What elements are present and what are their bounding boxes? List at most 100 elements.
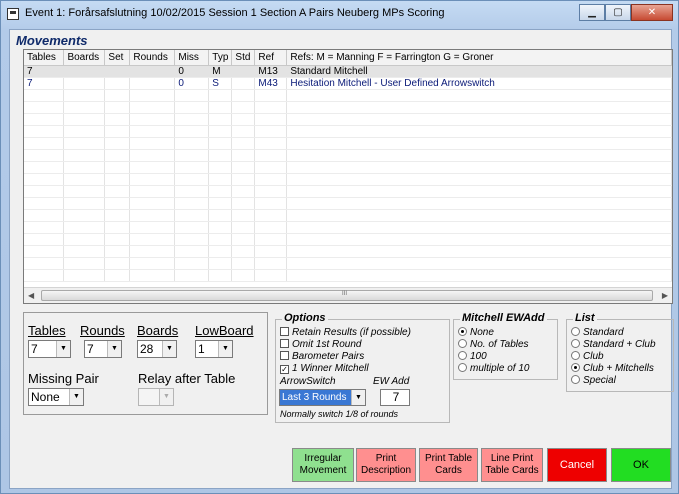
radio-icon[interactable]: [571, 375, 580, 384]
ewadd-option-multiple[interactable]: multiple of 10: [458, 363, 529, 374]
scroll-left-icon[interactable]: ◀: [28, 291, 34, 300]
ewadd-option-100[interactable]: 100: [458, 351, 487, 362]
col-header[interactable]: Typ: [208, 50, 233, 66]
chevron-down-icon[interactable]: ▼: [159, 389, 173, 405]
col-header[interactable]: Rounds: [129, 50, 176, 66]
cell: [254, 89, 288, 102]
chevron-down-icon[interactable]: ▼: [69, 389, 83, 405]
radio-icon[interactable]: [571, 351, 580, 360]
checkbox-icon[interactable]: [280, 339, 289, 348]
cell: S: [208, 77, 233, 90]
col-header[interactable]: Std: [231, 50, 256, 66]
cell: [129, 209, 176, 222]
cell: [231, 161, 256, 174]
empty-row: [24, 209, 672, 222]
missing-pair-value: None: [31, 390, 60, 404]
ewadd-option-none[interactable]: None: [458, 327, 494, 338]
option-retain-results[interactable]: Retain Results (if possible): [280, 327, 411, 338]
cell: [63, 197, 106, 210]
cell: [231, 149, 256, 162]
chevron-down-icon[interactable]: ▼: [218, 341, 232, 357]
print-description-button[interactable]: Print Description: [356, 448, 416, 482]
col-header[interactable]: Ref: [254, 50, 288, 66]
cell: [254, 185, 288, 198]
col-header[interactable]: Tables: [24, 50, 65, 66]
rounds-select[interactable]: 7 ▼: [84, 340, 122, 358]
minimize-button[interactable]: ▁: [579, 4, 605, 21]
radio-label: multiple of 10: [470, 363, 530, 374]
col-header[interactable]: Boards: [63, 50, 106, 66]
chevron-down-icon[interactable]: ▼: [107, 341, 121, 357]
option-barometer-pairs[interactable]: Barometer Pairs: [280, 351, 364, 362]
cancel-button[interactable]: Cancel: [547, 448, 607, 482]
col-header[interactable]: Miss: [174, 50, 210, 66]
radio-icon[interactable]: [458, 339, 467, 348]
relay-select[interactable]: ▼: [138, 388, 174, 406]
mitchell-ewadd-group: Mitchell EWAdd None No. of Tables 100 mu…: [453, 312, 558, 380]
col-header[interactable]: Set: [104, 50, 131, 66]
cell: [254, 101, 288, 114]
cell: [254, 269, 288, 282]
line-print-table-cards-button[interactable]: Line Print Table Cards: [481, 448, 543, 482]
ewadd-input[interactable]: 7: [380, 389, 410, 406]
cell: [254, 245, 288, 258]
ewadd-option-tables[interactable]: No. of Tables: [458, 339, 529, 350]
ewadd-label: EW Add: [373, 376, 410, 387]
cell: [286, 113, 672, 126]
cell: [129, 269, 176, 282]
irregular-movement-button[interactable]: Irregular Movement: [292, 448, 354, 482]
list-option-special[interactable]: Special: [571, 375, 616, 386]
checkbox-icon[interactable]: [280, 327, 289, 336]
col-header[interactable]: Refs: M = Manning F = Farrington G = Gro…: [286, 50, 672, 66]
lowboard-select[interactable]: 1 ▼: [195, 340, 233, 358]
horizontal-scrollbar[interactable]: ◀ III ▶: [24, 287, 672, 303]
options-title: Options: [282, 312, 328, 324]
scroll-right-icon[interactable]: ▶: [662, 291, 668, 300]
tables-select[interactable]: 7 ▼: [28, 340, 71, 358]
cell: [231, 65, 256, 78]
cell: [104, 209, 131, 222]
radio-icon[interactable]: [571, 339, 580, 348]
empty-row: [24, 113, 672, 126]
radio-selected-icon[interactable]: [458, 327, 467, 336]
cell: [24, 113, 65, 126]
option-one-winner-mitchell[interactable]: ✓ 1 Winner Mitchell: [280, 363, 369, 374]
options-group: Options Retain Results (if possible) Omi…: [275, 312, 450, 423]
cell: [231, 233, 256, 246]
chevron-down-icon[interactable]: ▼: [162, 341, 176, 357]
cell: [104, 65, 131, 78]
arrowswitch-select[interactable]: Last 3 Rounds ▼: [279, 389, 366, 406]
arrowswitch-note: Normally switch 1/8 of rounds: [280, 409, 399, 419]
missing-pair-select[interactable]: None ▼: [28, 388, 84, 406]
list-option-club-mitchells[interactable]: Club + Mitchells: [571, 363, 654, 374]
cell: [254, 149, 288, 162]
checkbox-icon[interactable]: [280, 351, 289, 360]
print-table-cards-button[interactable]: Print Table Cards: [419, 448, 478, 482]
cell: [129, 89, 176, 102]
radio-selected-icon[interactable]: [571, 363, 580, 372]
chevron-down-icon[interactable]: ▼: [351, 390, 365, 405]
ok-button[interactable]: OK: [611, 448, 671, 482]
radio-icon[interactable]: [571, 327, 580, 336]
grid-header-row: Tables Boards Set Rounds Miss Typ Std Re…: [24, 50, 672, 66]
cell: [24, 257, 65, 270]
list-option-standard-club[interactable]: Standard + Club: [571, 339, 656, 350]
table-row[interactable]: 7 0 S M43 Hesitation Mitchell - User Def…: [24, 77, 672, 90]
cell: [129, 149, 176, 162]
chevron-down-icon[interactable]: ▼: [56, 341, 70, 357]
list-option-standard[interactable]: Standard: [571, 327, 624, 338]
checkmark-icon[interactable]: ✓: [280, 365, 289, 374]
movements-grid[interactable]: Tables Boards Set Rounds Miss Typ Std Re…: [23, 49, 673, 304]
list-option-club[interactable]: Club: [571, 351, 604, 362]
radio-icon[interactable]: [458, 351, 467, 360]
cell: [104, 77, 131, 90]
close-button[interactable]: ✕: [631, 4, 673, 21]
cell: [174, 221, 210, 234]
cell: [129, 65, 176, 78]
cell: [63, 125, 106, 138]
option-omit-first-round[interactable]: Omit 1st Round: [280, 339, 361, 350]
radio-icon[interactable]: [458, 363, 467, 372]
maximize-button[interactable]: ▢: [605, 4, 631, 21]
boards-select[interactable]: 28 ▼: [137, 340, 177, 358]
table-row[interactable]: 7 0 M M13 Standard Mitchell: [24, 65, 672, 78]
